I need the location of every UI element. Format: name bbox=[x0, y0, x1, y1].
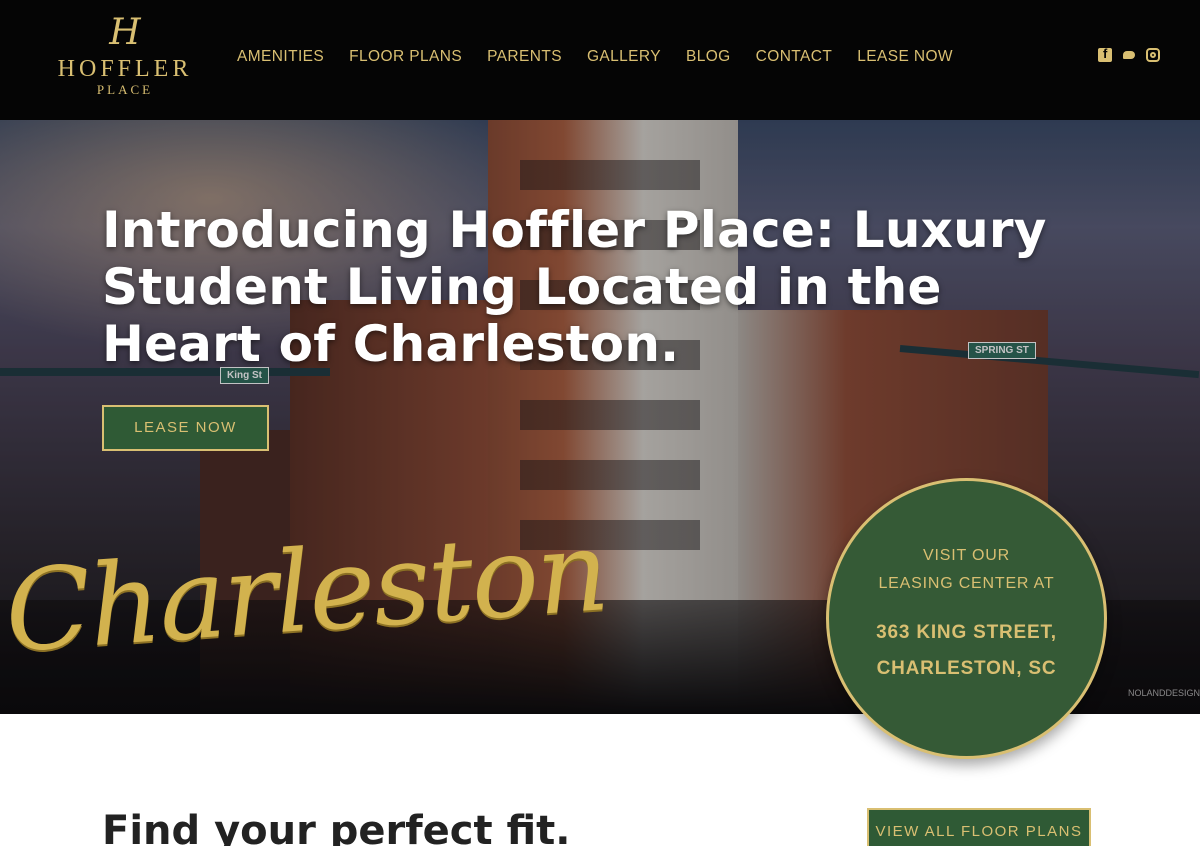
nav-item-amenities[interactable]: AMENITIES bbox=[237, 46, 324, 68]
section-heading: Find your perfect fit. bbox=[102, 808, 571, 846]
social-links bbox=[1098, 46, 1170, 62]
leasing-line-1: VISIT OUR bbox=[923, 547, 1010, 564]
logo-name: HOFFLER bbox=[57, 56, 193, 82]
nav-item-contact[interactable]: CONTACT bbox=[756, 46, 833, 68]
nav-item-parents[interactable]: PARENTS bbox=[487, 46, 562, 68]
leasing-city: CHARLESTON, SC bbox=[876, 658, 1057, 679]
leasing-center-badge: VISIT OUR LEASING CENTER AT 363 KING STR… bbox=[826, 478, 1107, 759]
leasing-address: 363 KING STREET, bbox=[876, 622, 1057, 643]
lease-now-button[interactable]: LEASE NOW bbox=[102, 405, 269, 451]
main-nav: AMENITIES FLOOR PLANS PARENTS GALLERY BL… bbox=[237, 46, 978, 68]
nav-item-lease-now[interactable]: LEASE NOW bbox=[857, 46, 953, 68]
nav-item-floor-plans[interactable]: FLOOR PLANS bbox=[349, 46, 462, 68]
logo[interactable]: H HOFFLER PLACE bbox=[44, 14, 206, 106]
nav-item-blog[interactable]: BLOG bbox=[686, 46, 731, 68]
nav-item-gallery[interactable]: GALLERY bbox=[587, 46, 661, 68]
hero-title: Introducing Hoffler Place: Luxury Studen… bbox=[102, 201, 1047, 373]
logo-subtitle: PLACE bbox=[96, 82, 154, 97]
logo-monogram: H bbox=[109, 12, 141, 53]
leasing-line-2: LEASING CENTER AT bbox=[878, 575, 1055, 592]
image-credit: NOLANDDESIGNSTUDIO.CO bbox=[1128, 688, 1200, 698]
site-header: H HOFFLER PLACE AMENITIES FLOOR PLANS PA… bbox=[0, 0, 1200, 120]
facebook-icon[interactable] bbox=[1098, 46, 1112, 62]
view-floor-plans-button[interactable]: VIEW ALL FLOOR PLANS bbox=[867, 808, 1091, 846]
twitter-icon[interactable] bbox=[1122, 48, 1136, 62]
instagram-icon[interactable] bbox=[1146, 48, 1160, 62]
